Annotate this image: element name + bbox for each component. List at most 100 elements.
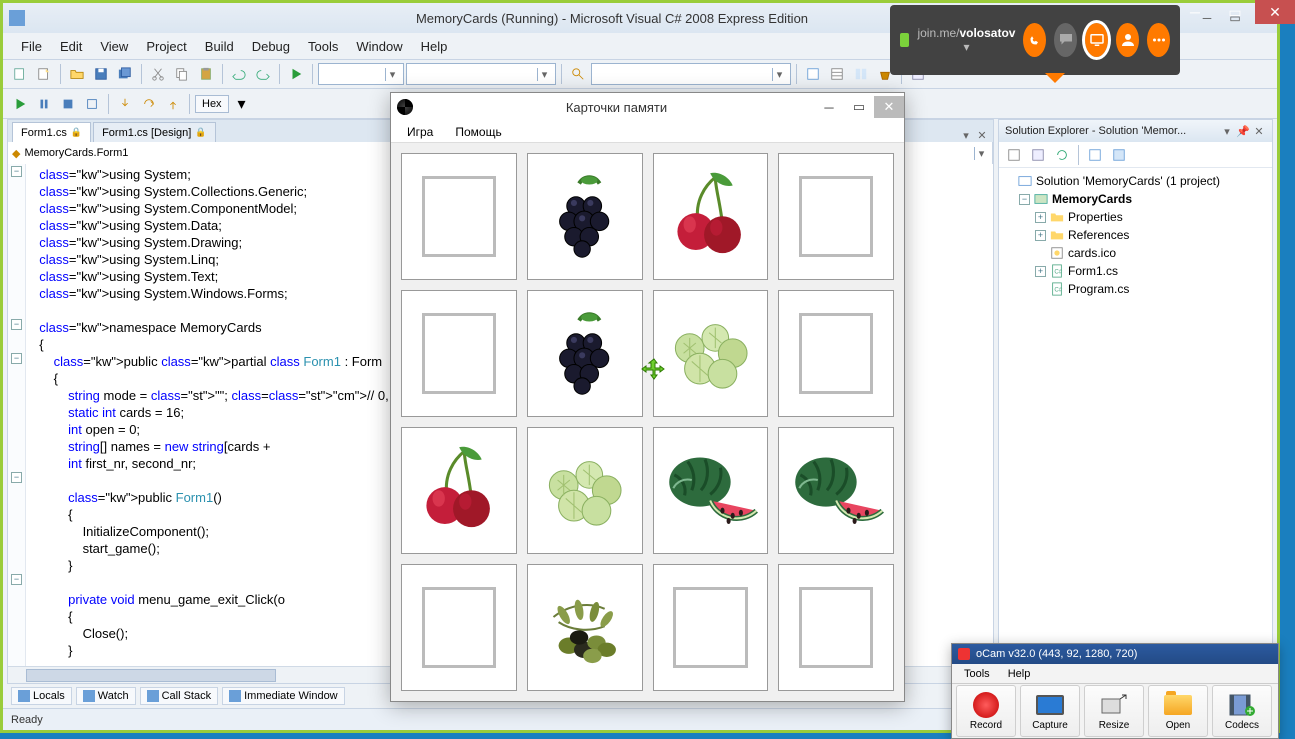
game-menu-help[interactable]: Помощь <box>445 123 511 141</box>
step-over-button[interactable] <box>138 93 160 115</box>
ocam-resize-button[interactable]: Resize <box>1084 685 1144 737</box>
memory-card[interactable] <box>653 564 769 691</box>
copy-button[interactable] <box>171 63 193 85</box>
memory-card[interactable] <box>527 290 643 417</box>
joinme-toolbar[interactable]: join.me/volosatov ▾ <box>890 5 1180 75</box>
tree-item[interactable]: +Properties <box>1003 208 1268 226</box>
memory-card[interactable] <box>653 153 769 280</box>
debug-tab-locals[interactable]: Locals <box>11 687 72 705</box>
view-designer-button[interactable] <box>1108 144 1130 166</box>
panel-close-button[interactable]: ✕ <box>1252 125 1266 138</box>
os-close-button[interactable]: ✕ <box>1255 0 1295 24</box>
memory-card[interactable] <box>401 564 517 691</box>
memory-card[interactable] <box>401 153 517 280</box>
memory-card[interactable] <box>527 564 643 691</box>
tree-item[interactable]: +C#Form1.cs <box>1003 262 1268 280</box>
ocam-record-button[interactable]: Record <box>956 685 1016 737</box>
redo-button[interactable] <box>252 63 274 85</box>
platform-combo[interactable]: ▾ <box>406 63 556 85</box>
joinme-share-button[interactable] <box>1085 23 1108 57</box>
memory-card[interactable] <box>401 427 517 554</box>
file-tab-form1-cs[interactable]: Form1.cs🔒 <box>12 122 91 142</box>
memory-card[interactable] <box>653 290 769 417</box>
joinme-participants-button[interactable] <box>1116 23 1139 57</box>
config-combo[interactable]: ▾ <box>318 63 404 85</box>
object-browser-button[interactable] <box>850 63 872 85</box>
tree-item[interactable]: cards.ico <box>1003 244 1268 262</box>
menu-build[interactable]: Build <box>197 36 242 57</box>
joinme-more-button[interactable] <box>1147 23 1170 57</box>
show-all-button[interactable] <box>1027 144 1049 166</box>
ocam-titlebar[interactable]: oCam v32.0 (443, 92, 1280, 720) <box>952 644 1278 664</box>
joinme-chat-button[interactable] <box>1054 23 1077 57</box>
tree-item[interactable]: C#Program.cs <box>1003 280 1268 298</box>
file-tab-form1-design[interactable]: Form1.cs [Design]🔒 <box>93 122 215 142</box>
solution-tree[interactable]: Solution 'MemoryCards' (1 project) −Memo… <box>999 168 1272 683</box>
view-code-button[interactable] <box>1084 144 1106 166</box>
menu-window[interactable]: Window <box>348 36 410 57</box>
game-menu-game[interactable]: Игра <box>397 123 443 141</box>
os-minimize-button[interactable]: ─ <box>1175 0 1215 24</box>
memory-card[interactable] <box>653 427 769 554</box>
game-minimize-button[interactable]: ─ <box>814 96 844 118</box>
joinme-url[interactable]: join.me/volosatov ▾ <box>917 26 1015 54</box>
menu-help[interactable]: Help <box>413 36 456 57</box>
step-out-button[interactable] <box>162 93 184 115</box>
game-close-button[interactable]: ✕ <box>874 96 904 118</box>
outline-gutter[interactable]: − − − − − <box>8 164 26 666</box>
continue-button[interactable] <box>9 93 31 115</box>
start-debug-button[interactable] <box>285 63 307 85</box>
stop-button[interactable] <box>57 93 79 115</box>
properties-button[interactable] <box>826 63 848 85</box>
tab-close-button[interactable]: ✕ <box>975 129 989 142</box>
menu-debug[interactable]: Debug <box>244 36 298 57</box>
add-item-button[interactable] <box>33 63 55 85</box>
solution-explorer-button[interactable] <box>802 63 824 85</box>
memory-card[interactable] <box>527 427 643 554</box>
new-project-button[interactable] <box>9 63 31 85</box>
open-button[interactable] <box>66 63 88 85</box>
restart-button[interactable] <box>81 93 103 115</box>
refresh-button[interactable] <box>1051 144 1073 166</box>
memory-card[interactable] <box>527 153 643 280</box>
game-titlebar[interactable]: Карточки памяти ─ ▭ ✕ <box>391 93 904 121</box>
hex-dropdown[interactable]: ▾ <box>231 93 253 115</box>
menu-edit[interactable]: Edit <box>52 36 90 57</box>
hex-toggle[interactable]: Hex <box>195 95 229 113</box>
properties-button[interactable] <box>1003 144 1025 166</box>
cut-button[interactable] <box>147 63 169 85</box>
ocam-capture-button[interactable]: Capture <box>1020 685 1080 737</box>
memory-card[interactable] <box>401 290 517 417</box>
tree-item[interactable]: +References <box>1003 226 1268 244</box>
tab-overflow-button[interactable]: ▾ <box>959 129 973 142</box>
os-maximize-button[interactable]: ▭ <box>1215 0 1255 24</box>
debug-tab-immediate[interactable]: Immediate Window <box>222 687 345 705</box>
memory-card[interactable] <box>778 153 894 280</box>
panel-dropdown-button[interactable]: ▾ <box>1220 125 1234 138</box>
menu-file[interactable]: File <box>13 36 50 57</box>
code-text[interactable]: class="kw">using System; class="kw">usin… <box>26 164 447 666</box>
ocam-menu-help[interactable]: Help <box>1000 666 1039 682</box>
game-maximize-button[interactable]: ▭ <box>844 96 874 118</box>
memory-card[interactable] <box>778 290 894 417</box>
tree-project-node[interactable]: −MemoryCards <box>1003 190 1268 208</box>
joinme-audio-button[interactable] <box>1023 23 1046 57</box>
memory-card[interactable] <box>778 564 894 691</box>
paste-button[interactable] <box>195 63 217 85</box>
menu-tools[interactable]: Tools <box>300 36 346 57</box>
step-into-button[interactable] <box>114 93 136 115</box>
panel-pin-button[interactable]: 📌 <box>1236 125 1250 138</box>
ocam-open-button[interactable]: Open <box>1148 685 1208 737</box>
menu-view[interactable]: View <box>92 36 136 57</box>
pause-button[interactable] <box>33 93 55 115</box>
tree-solution-node[interactable]: Solution 'MemoryCards' (1 project) <box>1003 172 1268 190</box>
save-button[interactable] <box>90 63 112 85</box>
ocam-codecs-button[interactable]: Codecs <box>1212 685 1272 737</box>
ocam-menu-tools[interactable]: Tools <box>956 666 998 682</box>
save-all-button[interactable] <box>114 63 136 85</box>
debug-tab-callstack[interactable]: Call Stack <box>140 687 219 705</box>
undo-button[interactable] <box>228 63 250 85</box>
find-combo[interactable]: ▾ <box>591 63 791 85</box>
memory-card[interactable] <box>778 427 894 554</box>
find-button[interactable] <box>567 63 589 85</box>
